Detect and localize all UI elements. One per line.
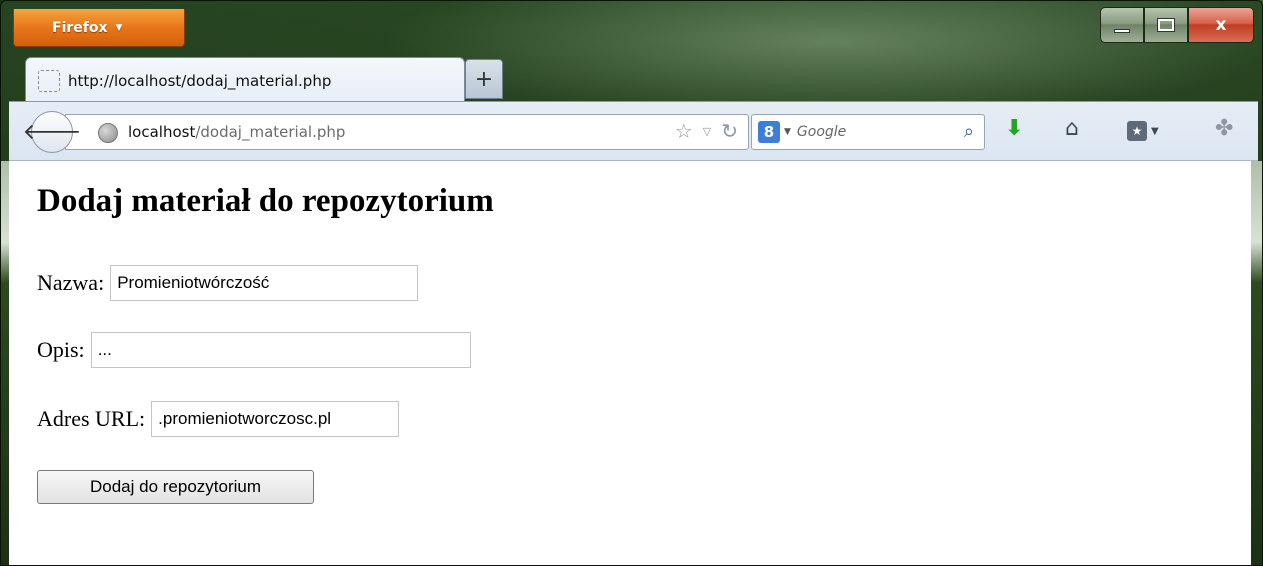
- maximize-button[interactable]: [1144, 7, 1188, 43]
- chevron-down-icon[interactable]: ▼: [784, 127, 791, 137]
- page-title: Dodaj materiał do repozytorium: [37, 183, 494, 219]
- bookmarks-button[interactable]: ★ ▼: [1127, 116, 1163, 146]
- tab-title: http://localhost/dodaj_material.php: [68, 71, 332, 90]
- magnifier-icon[interactable]: ⌕: [964, 121, 974, 142]
- url-path: /dodaj_material.php: [195, 123, 346, 141]
- nazwa-label: Nazwa:: [37, 270, 105, 295]
- url-label: Adres URL:: [37, 406, 146, 431]
- plus-icon: +: [474, 66, 494, 92]
- browser-window: Firefox ▼ x http://localhost/dodaj_mater…: [0, 0, 1263, 566]
- globe-icon: [98, 123, 118, 143]
- bookmarks-icon: ★: [1127, 121, 1147, 141]
- firefox-menu-button[interactable]: Firefox ▼: [13, 9, 185, 47]
- back-button[interactable]: 🡐: [23, 111, 82, 153]
- chevron-down-icon: ▼: [1151, 125, 1159, 137]
- search-engine-icon[interactable]: 8: [758, 121, 780, 143]
- reload-icon[interactable]: ↻: [721, 119, 738, 143]
- download-arrow-icon[interactable]: ⬇: [1005, 116, 1023, 141]
- nazwa-row: Nazwa:: [37, 265, 419, 301]
- tab-active[interactable]: http://localhost/dodaj_material.php: [25, 57, 465, 103]
- close-button[interactable]: x: [1188, 7, 1254, 43]
- search-input[interactable]: 8 ▼ Google ⌕: [751, 114, 985, 150]
- close-icon: x: [1215, 15, 1227, 35]
- chevron-down-icon: ▼: [115, 22, 123, 33]
- favicon-placeholder-icon: [38, 69, 60, 92]
- home-icon[interactable]: ⌂: [1065, 116, 1079, 141]
- page-content: Dodaj materiał do repozytorium Nazwa: Op…: [9, 161, 1251, 565]
- navigation-toolbar: localhost/dodaj_material.php ☆ ▽ ↻ 🡐 8 ▼…: [9, 101, 1258, 161]
- dropdown-icon[interactable]: ▽: [703, 125, 711, 138]
- minimize-icon: [1114, 29, 1130, 33]
- opis-row: Opis:: [37, 332, 471, 368]
- urlbar-icons: ☆ ▽ ↻: [675, 119, 738, 143]
- url-field[interactable]: [151, 401, 400, 437]
- url-bar[interactable]: localhost/dodaj_material.php ☆ ▽ ↻: [65, 114, 749, 150]
- new-tab-button[interactable]: +: [465, 59, 503, 99]
- addons-icon[interactable]: ✤: [1215, 116, 1233, 141]
- minimize-button[interactable]: [1100, 7, 1144, 43]
- star-icon[interactable]: ☆: [675, 119, 693, 143]
- search-placeholder: Google: [796, 124, 847, 140]
- back-arrow-icon: 🡐: [22, 120, 82, 145]
- window-frame-left: [1, 161, 9, 565]
- url-row: Adres URL:: [37, 401, 400, 437]
- maximize-icon: [1157, 18, 1175, 32]
- submit-button[interactable]: Dodaj do repozytorium: [37, 470, 314, 504]
- firefox-menu-label: Firefox: [52, 19, 108, 36]
- nazwa-field[interactable]: [110, 265, 419, 301]
- opis-label: Opis:: [37, 337, 85, 362]
- window-controls: x: [1100, 7, 1254, 43]
- url-host: localhost: [128, 123, 196, 141]
- opis-field[interactable]: [90, 332, 471, 368]
